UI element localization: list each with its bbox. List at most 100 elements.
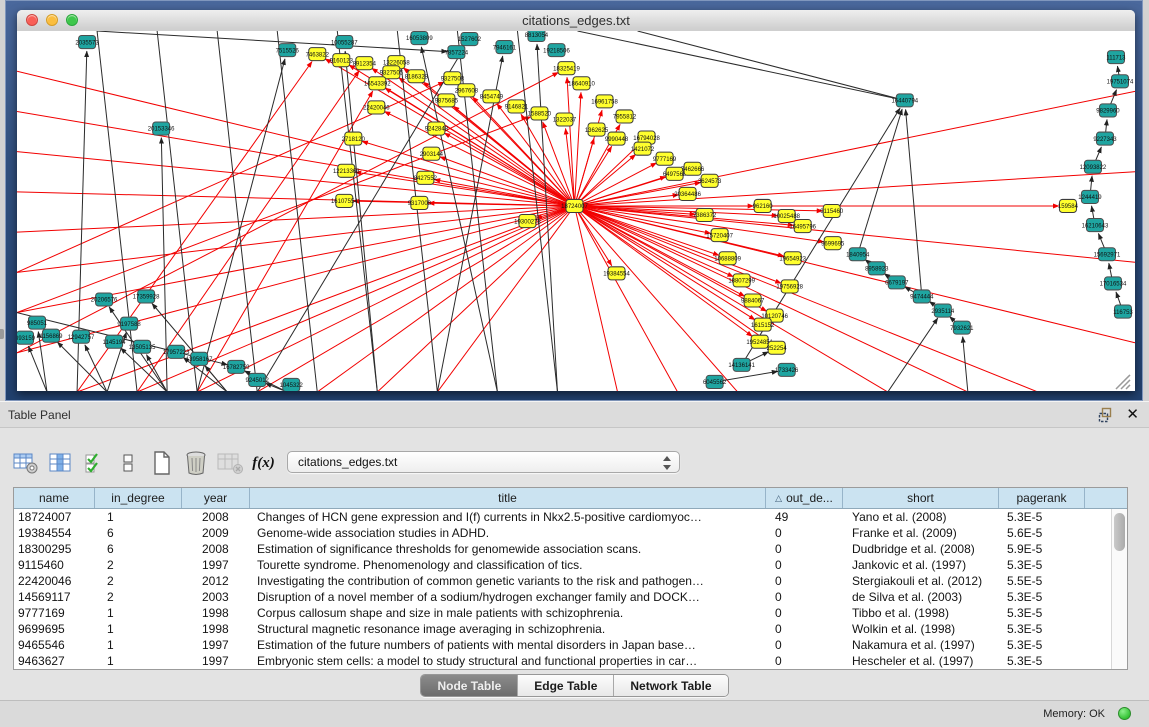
table-row[interactable]: 1456911722003Disruption of a novel membe… (14, 589, 1127, 605)
column-header-pagerank[interactable]: pagerank (999, 488, 1085, 508)
cell-year[interactable]: 1998 (182, 621, 250, 637)
graph-node[interactable]: 7946161 (493, 41, 517, 54)
cell-name[interactable]: 22420046 (14, 573, 95, 589)
column-header-name[interactable]: name (14, 488, 95, 508)
cell-name[interactable]: 9115460 (14, 557, 95, 573)
show-columns-button[interactable] (46, 450, 73, 477)
cell-name[interactable]: 9463627 (14, 653, 95, 669)
cell-short[interactable]: Wolkin et al. (1998) (843, 621, 999, 637)
cell-pagerank[interactable]: 5.5E-5 (999, 573, 1085, 589)
graph-node[interactable]: 9699695 (821, 237, 845, 250)
graph-node[interactable]: 2035573 (75, 36, 99, 49)
graph-node[interactable]: 9146821 (505, 100, 529, 113)
graph-node[interactable]: 7463822 (306, 48, 330, 61)
graph-node[interactable]: 9242848 (425, 122, 449, 135)
cell-short[interactable]: Dudbridge et al. (2008) (843, 541, 999, 557)
graph-node[interactable]: 9829960 (1096, 104, 1120, 117)
cell-title[interactable]: Disruption of a novel member of a sodium… (250, 589, 766, 605)
graph-node[interactable]: 17016534 (1100, 277, 1127, 290)
table-row[interactable]: 2242004622012Investigating the contribut… (14, 573, 1127, 589)
cell-pagerank[interactable]: 5.3E-5 (999, 637, 1085, 653)
cell-out_degree[interactable]: 0 (766, 525, 843, 541)
table-row[interactable]: 946362711997Embryonic stem cells: a mode… (14, 653, 1127, 669)
graph-node[interactable]: 2967608 (455, 84, 479, 97)
cell-year[interactable]: 1997 (182, 557, 250, 573)
graph-node[interactable]: 393159 (17, 331, 36, 344)
graph-node[interactable]: 9327508 (441, 72, 465, 85)
graph-node[interactable]: 8958923 (865, 262, 889, 275)
delete-table-button[interactable] (216, 450, 243, 477)
graph-node[interactable]: 7932621 (950, 321, 974, 334)
cell-year[interactable]: 2008 (182, 509, 250, 525)
graph-node[interactable]: 13958167 (186, 352, 213, 365)
network-canvas[interactable]: 1872400774638229160123891235413226058932… (17, 31, 1135, 391)
graph-node[interactable]: 1840954 (846, 248, 870, 261)
cell-title[interactable]: Investigating the contribution of common… (250, 573, 766, 589)
resize-grip-icon[interactable] (1116, 375, 1130, 389)
cell-in_degree[interactable]: 6 (95, 525, 182, 541)
cell-short[interactable]: Jankovic et al. (1997) (843, 557, 999, 573)
graph-node[interactable]: 19751074 (1107, 75, 1134, 88)
table-row[interactable]: 911546021997Tourette syndrome. Phenomeno… (14, 557, 1127, 573)
network-window-titlebar[interactable]: citations_edges.txt (17, 10, 1135, 32)
table-vertical-scrollbar[interactable] (1111, 509, 1127, 669)
column-header-title[interactable]: title (250, 488, 766, 508)
graph-node[interactable]: 20206576 (91, 293, 118, 306)
cell-name[interactable]: 9465546 (14, 637, 95, 653)
cell-pagerank[interactable]: 5.3E-5 (999, 653, 1085, 669)
graph-node[interactable]: 9875685 (435, 94, 459, 107)
cell-year[interactable]: 1997 (182, 653, 250, 669)
create-column-button[interactable] (148, 450, 175, 477)
select-columns-button[interactable] (80, 450, 107, 477)
cell-name[interactable]: 19384554 (14, 525, 95, 541)
graph-node[interactable]: 7462666 (681, 162, 705, 175)
cell-year[interactable]: 2009 (182, 525, 250, 541)
graph-node[interactable]: 7515526 (276, 44, 300, 57)
network-graph[interactable]: 1872400774638229160123891235413226058932… (17, 31, 1135, 391)
table-row[interactable]: 977716911998Corpus callosum shape and si… (14, 605, 1127, 621)
graph-node[interactable]: 20153346 (148, 122, 175, 135)
graph-node[interactable]: 19218506 (543, 44, 570, 57)
tab-edge-table[interactable]: Edge Table (518, 675, 614, 696)
graph-node[interactable]: 15720407 (706, 229, 733, 242)
cell-year[interactable]: 1997 (182, 637, 250, 653)
graph-node[interactable]: 8454749 (480, 90, 504, 103)
cell-pagerank[interactable]: 5.6E-5 (999, 525, 1085, 541)
float-panel-icon[interactable] (1098, 407, 1114, 423)
column-header-out_degree[interactable]: △out_de... (766, 488, 843, 508)
cell-title[interactable]: Estimation of the future numbers of pati… (250, 637, 766, 653)
cell-in_degree[interactable]: 1 (95, 605, 182, 621)
graph-node[interactable]: 7386372 (693, 208, 717, 221)
cell-year[interactable]: 1998 (182, 605, 250, 621)
cell-out_degree[interactable]: 0 (766, 573, 843, 589)
cell-short[interactable]: Tibbo et al. (1998) (843, 605, 999, 621)
graph-node[interactable]: 111713 (1106, 51, 1126, 64)
graph-node[interactable]: 1362625 (585, 123, 609, 136)
graph-node[interactable]: 9227343 (1093, 132, 1117, 145)
table-row[interactable]: 969969511998Structural magnetic resonanc… (14, 621, 1127, 637)
graph-node[interactable]: 9245012 (246, 373, 270, 386)
graph-node[interactable]: 7955812 (613, 110, 637, 123)
cell-in_degree[interactable]: 1 (95, 637, 182, 653)
graph-node[interactable]: 962160 (753, 199, 774, 212)
graph-node[interactable]: 9115460 (820, 204, 844, 217)
cell-in_degree[interactable]: 2 (95, 589, 182, 605)
graph-node[interactable]: 8813054 (525, 31, 549, 42)
table-panel-titlebar[interactable]: Table Panel ✕ (0, 401, 1149, 428)
graph-node[interactable]: 16053809 (406, 32, 433, 45)
graph-node[interactable]: 3624573 (698, 174, 722, 187)
cell-name[interactable]: 18724007 (14, 509, 95, 525)
cell-short[interactable]: Franke et al. (2009) (843, 525, 999, 541)
cell-in_degree[interactable]: 2 (95, 557, 182, 573)
graph-node[interactable]: 16107554 (331, 194, 358, 207)
cell-title[interactable]: Structural magnetic resonance image aver… (250, 621, 766, 637)
cell-short[interactable]: Hescheler et al. (1997) (843, 653, 999, 669)
graph-node[interactable]: 1733426 (775, 363, 799, 376)
table-row[interactable]: 946554611997Estimation of the future num… (14, 637, 1127, 653)
graph-node[interactable]: 985051 (27, 316, 48, 329)
graph-node[interactable]: 1045322 (280, 378, 304, 391)
cell-in_degree[interactable]: 6 (95, 541, 182, 557)
graph-node[interactable]: 116753 (1113, 305, 1133, 318)
cell-name[interactable]: 14569117 (14, 589, 95, 605)
row-height-button[interactable] (114, 450, 141, 477)
